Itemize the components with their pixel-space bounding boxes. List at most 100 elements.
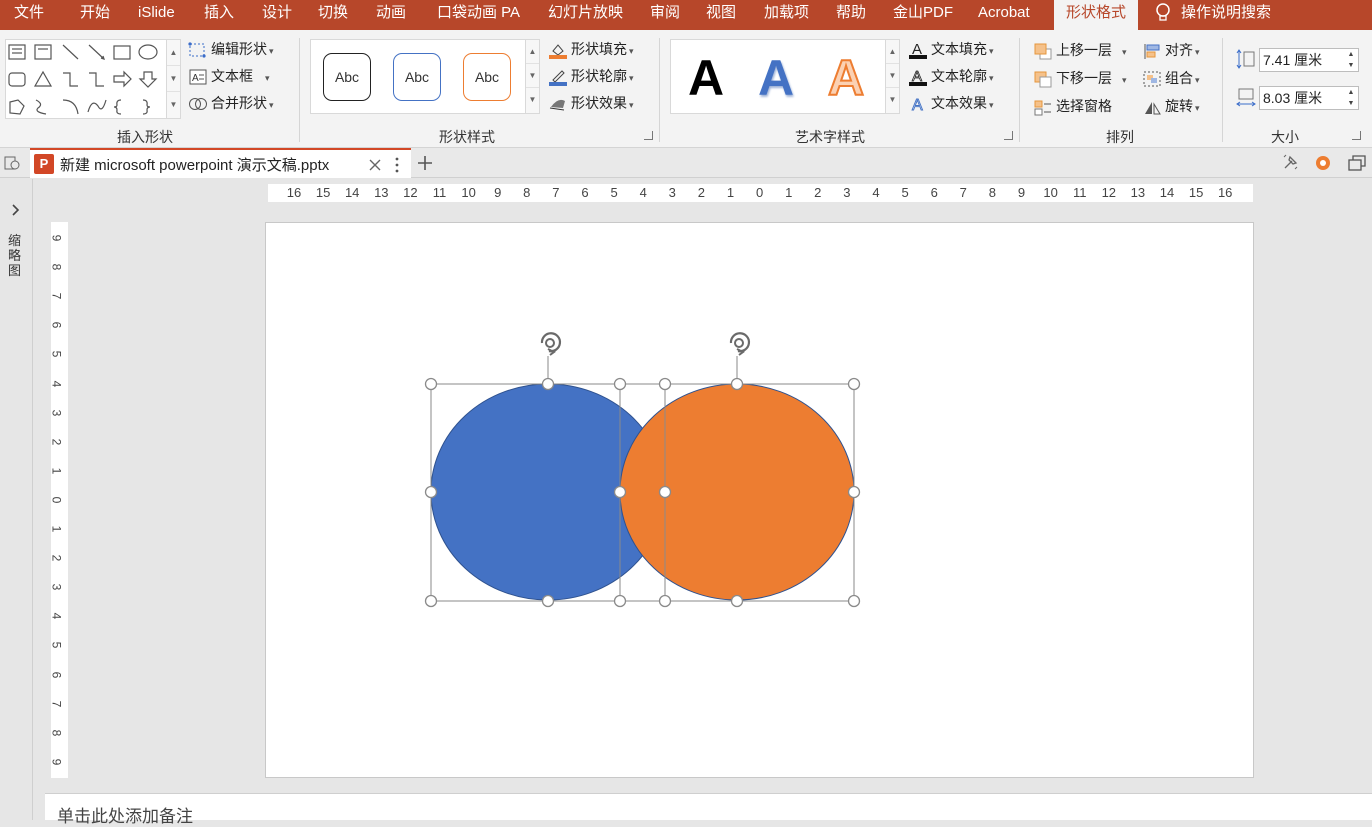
- dialog-launcher-icon[interactable]: [1004, 131, 1013, 140]
- shape-styles-scroll[interactable]: ▲ ▼ ▼: [525, 40, 539, 113]
- pin-tool-icon[interactable]: [1280, 153, 1300, 173]
- width-spinner[interactable]: ▲ ▼: [1344, 87, 1358, 109]
- tab-kingsoft-pdf[interactable]: 金山PDF: [893, 0, 953, 30]
- tab-pocket-animation[interactable]: 口袋动画 PA: [437, 0, 520, 30]
- chevron-up-icon[interactable]: ▲: [886, 40, 899, 64]
- svg-text:A: A: [912, 97, 923, 113]
- align-button[interactable]: 对齐 ▾: [1142, 39, 1200, 61]
- text-box-icon: A: [189, 69, 207, 85]
- spin-down-icon[interactable]: ▼: [1344, 60, 1358, 71]
- thumbnail-pane-label[interactable]: 缩略图: [8, 233, 24, 278]
- tab-slideshow[interactable]: 幻灯片放映: [548, 0, 623, 30]
- rotate-handle-icon[interactable]: [729, 332, 751, 356]
- shape-width-input[interactable]: 8.03 厘米 ▲ ▼: [1259, 86, 1359, 110]
- tab-view[interactable]: 视图: [706, 0, 736, 30]
- text-outline-button[interactable]: A 文本轮廓 ▾: [908, 65, 994, 87]
- dialog-launcher-icon[interactable]: [1352, 131, 1361, 140]
- resize-handle[interactable]: [658, 485, 672, 499]
- orange-circle-shape[interactable]: [619, 383, 855, 601]
- wordart-styles-gallery[interactable]: A A A ▲ ▼ ▼: [670, 39, 900, 114]
- tab-list-icon[interactable]: [3, 154, 21, 172]
- text-effects-button[interactable]: A 文本效果 ▾: [908, 92, 994, 114]
- tab-design[interactable]: 设计: [262, 0, 292, 30]
- resize-handle[interactable]: [613, 594, 627, 608]
- tab-islide[interactable]: iSlide: [138, 0, 175, 30]
- bring-forward-button[interactable]: 上移一层 ▾: [1033, 39, 1127, 61]
- resize-handle[interactable]: [613, 377, 627, 391]
- shapes-gallery[interactable]: ▲ ▼ ▼: [5, 39, 181, 119]
- resize-handle[interactable]: [658, 594, 672, 608]
- tab-home[interactable]: 开始: [80, 0, 110, 30]
- ruler-tick-label: 9: [49, 758, 64, 766]
- gallery-more-icon[interactable]: ▼: [526, 88, 539, 112]
- new-tab-plus-icon[interactable]: [416, 154, 434, 172]
- chevron-down-icon[interactable]: ▼: [167, 66, 180, 92]
- text-box-button[interactable]: A 文本框 ▾: [188, 65, 270, 87]
- resize-handle[interactable]: [847, 594, 861, 608]
- settings-gear-icon[interactable]: [1313, 153, 1333, 173]
- shape-height-input[interactable]: 7.41 厘米 ▲ ▼: [1259, 48, 1359, 72]
- shape-style-thumb[interactable]: Abc: [463, 53, 511, 101]
- ruler-tick-label: 2: [49, 554, 64, 562]
- resize-handle[interactable]: [613, 485, 627, 499]
- notes-pane[interactable]: 单击此处添加备注: [45, 793, 1372, 826]
- edit-shape-button[interactable]: 编辑形状 ▾: [188, 38, 274, 60]
- wordart-blue-style[interactable]: A: [758, 50, 794, 106]
- tab-addins[interactable]: 加载项: [764, 0, 809, 30]
- shape-styles-gallery[interactable]: Abc Abc Abc ▲ ▼ ▼: [310, 39, 540, 114]
- expand-pane-chevron-icon[interactable]: [10, 203, 22, 217]
- tab-acrobat[interactable]: Acrobat: [978, 0, 1030, 30]
- tab-transitions[interactable]: 切换: [318, 0, 348, 30]
- resize-handle[interactable]: [424, 377, 438, 391]
- height-spinner[interactable]: ▲ ▼: [1344, 49, 1358, 71]
- wordart-orange-outline-style[interactable]: A: [827, 49, 865, 107]
- tab-file[interactable]: 文件: [14, 0, 44, 30]
- selection-pane-button[interactable]: 选择窗格: [1033, 95, 1112, 117]
- gallery-more-icon[interactable]: ▼: [886, 88, 899, 112]
- merge-shapes-button[interactable]: 合并形状 ▾: [188, 92, 274, 114]
- resize-handle[interactable]: [730, 594, 744, 608]
- chevron-down-icon[interactable]: ▼: [886, 64, 899, 88]
- resize-handle[interactable]: [730, 377, 744, 391]
- chevron-up-icon[interactable]: ▲: [167, 40, 180, 66]
- spin-up-icon[interactable]: ▲: [1344, 49, 1358, 60]
- tab-shape-format[interactable]: 形状格式: [1054, 0, 1139, 30]
- resize-handle[interactable]: [541, 377, 555, 391]
- gallery-more-icon[interactable]: ▼: [167, 92, 180, 118]
- shape-style-thumb[interactable]: Abc: [393, 53, 441, 101]
- group-button[interactable]: 组合 ▾: [1142, 67, 1200, 89]
- chevron-up-icon[interactable]: ▲: [526, 40, 539, 64]
- shape-fill-button[interactable]: 形状填充 ▾: [548, 38, 634, 60]
- tab-animations[interactable]: 动画: [376, 0, 406, 30]
- shape-outline-button[interactable]: 形状轮廓 ▾: [548, 65, 634, 87]
- resize-handle[interactable]: [541, 594, 555, 608]
- tab-review[interactable]: 审阅: [650, 0, 680, 30]
- wordart-gallery-scroll[interactable]: ▲ ▼ ▼: [885, 40, 899, 113]
- resize-handle[interactable]: [424, 485, 438, 499]
- shape-style-thumb[interactable]: Abc: [323, 53, 371, 101]
- text-fill-button[interactable]: A 文本填充 ▾: [908, 38, 994, 60]
- tab-insert[interactable]: 插入: [204, 0, 234, 30]
- tell-me-search[interactable]: 操作说明搜索: [1155, 0, 1271, 30]
- resize-handle[interactable]: [424, 594, 438, 608]
- more-options-icon[interactable]: [394, 156, 400, 174]
- restore-window-icon[interactable]: [1347, 154, 1367, 172]
- send-backward-button[interactable]: 下移一层 ▾: [1033, 67, 1127, 89]
- resize-handle[interactable]: [658, 377, 672, 391]
- dialog-launcher-icon[interactable]: [644, 131, 653, 140]
- wordart-black-style[interactable]: A: [688, 50, 724, 106]
- shape-effects-button[interactable]: 形状效果 ▾: [548, 92, 634, 114]
- chevron-down-icon[interactable]: ▼: [526, 64, 539, 88]
- resize-handle[interactable]: [847, 485, 861, 499]
- spin-down-icon[interactable]: ▼: [1344, 98, 1358, 109]
- resize-handle[interactable]: [847, 377, 861, 391]
- shapes-gallery-scroll[interactable]: ▲ ▼ ▼: [166, 40, 180, 118]
- document-tab[interactable]: P 新建 microsoft powerpoint 演示文稿.pptx: [30, 148, 411, 178]
- ruler-tick-label: 11: [432, 185, 447, 200]
- close-icon[interactable]: [368, 158, 382, 172]
- spin-up-icon[interactable]: ▲: [1344, 87, 1358, 98]
- rotate-handle-icon[interactable]: [540, 332, 562, 356]
- rotate-button[interactable]: 旋转 ▾: [1142, 95, 1200, 117]
- slide-canvas[interactable]: [265, 222, 1254, 778]
- tab-help[interactable]: 帮助: [836, 0, 866, 30]
